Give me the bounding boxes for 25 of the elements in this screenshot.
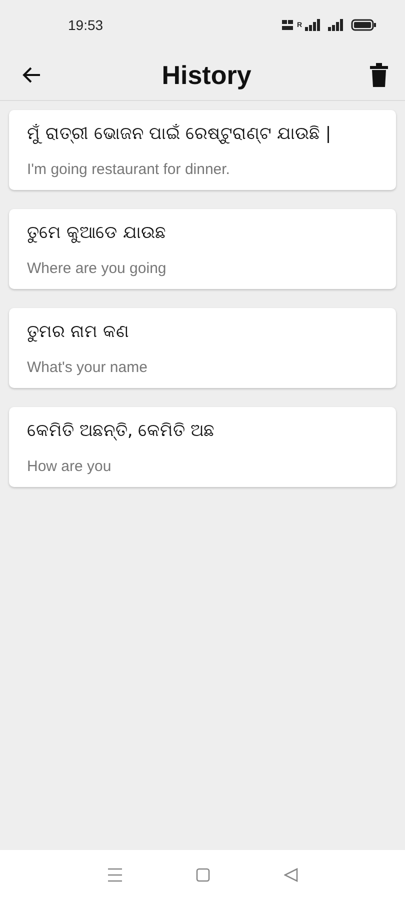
battery-icon	[351, 19, 377, 31]
translation-text: How are you	[27, 458, 112, 475]
square-icon	[196, 868, 210, 882]
signal-icon	[305, 19, 321, 31]
source-text: ତୁମେ କୁଆଡେ ଯାଉଛ	[27, 223, 167, 243]
history-card[interactable]: ତୁମେ କୁଆଡେ ଯାଉଛ Where are you going	[9, 209, 396, 289]
home-button[interactable]	[196, 868, 210, 882]
clock-time: 19:53	[68, 17, 104, 33]
translation-text: Where are you going	[27, 260, 168, 277]
trash-icon	[369, 63, 389, 87]
history-card[interactable]: କେମିତି ଅଛନ୍ତି, କେମିତି ଅଛ How are you	[9, 407, 396, 487]
signal-icon	[328, 19, 344, 31]
translation-text: What's your name	[27, 359, 148, 376]
source-text: କେମିତି ଅଛନ୍ତି, କେମିତି ଅଛ	[27, 421, 216, 441]
back-nav-button[interactable]	[284, 868, 298, 882]
translation-text: I'm going restaurant for dinner.	[27, 161, 231, 178]
screen-title: History	[160, 60, 252, 90]
history-card[interactable]: ମୁଁ ରାତ୍ରୀ ଭୋଜନ ପାଇଁ ରେଷ୍ଟୁରାଣ୍ଟ ଯାଉଛି | I'm going restaurant for dinner.	[9, 110, 396, 190]
history-card[interactable]: ତୁମର ନାମ କଣ What's your name	[9, 308, 396, 388]
source-text: ମୁଁ ରାତ୍ରୀ ଭୋଜନ ପାଇଁ ରେଷ୍ଟୁରାଣ୍ଟ ଯାଉଛି |	[27, 124, 332, 144]
source-text: ତୁମର ନାମ କଣ	[27, 322, 130, 342]
delete-button[interactable]	[369, 63, 389, 87]
triangle-icon	[284, 868, 298, 882]
menu-button[interactable]	[106, 868, 123, 882]
menu-icon	[106, 868, 123, 882]
